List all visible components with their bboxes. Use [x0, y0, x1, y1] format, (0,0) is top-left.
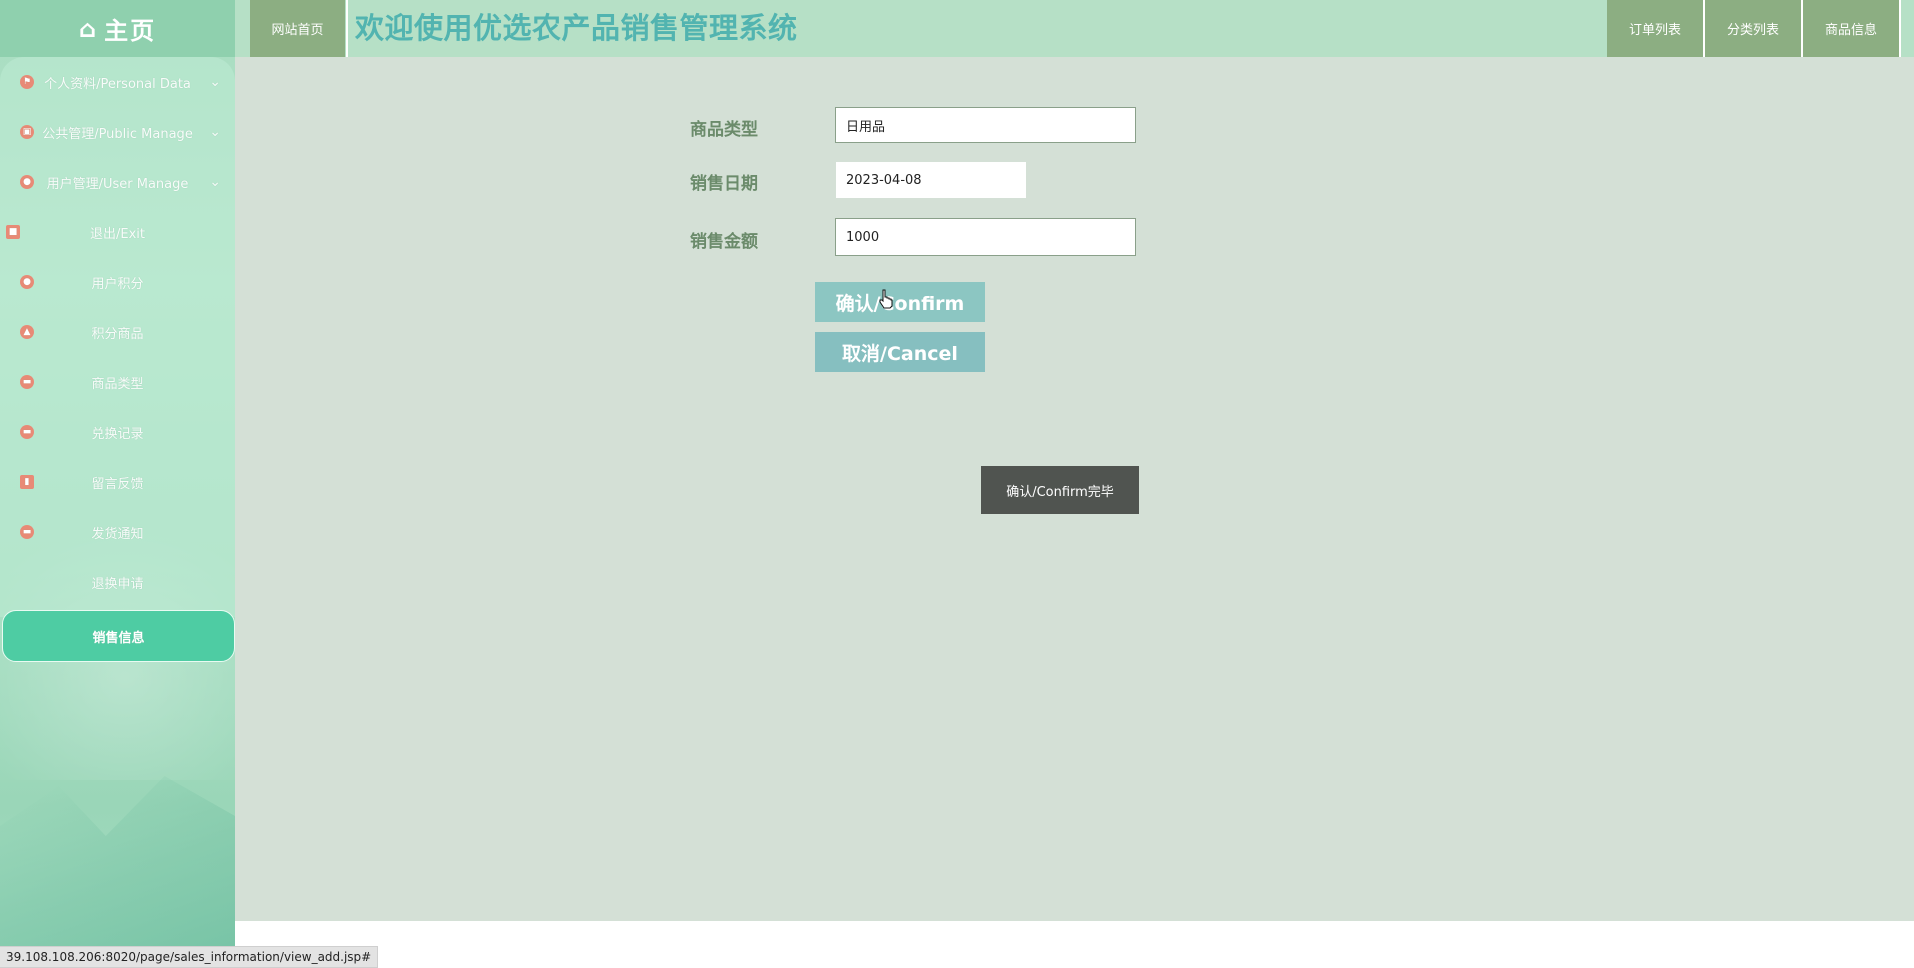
sidebar-item-personal-data[interactable]: ⚑ 个人资料/Personal Data ⌄ — [0, 57, 235, 107]
category-label: 商品类型 — [690, 120, 758, 140]
pin-icon: ● — [20, 275, 34, 289]
navigate-icon: ▲ — [20, 325, 34, 339]
category-input[interactable] — [835, 107, 1136, 143]
confirm-complete-button[interactable]: 确认/Confirm完毕 — [981, 466, 1139, 514]
confirm-button[interactable]: 确认/Confirm — [815, 282, 985, 322]
message-icon: ▬ — [20, 425, 34, 439]
sidebar-item-return-request[interactable]: 退换申请 — [0, 557, 235, 607]
main-content: 商品类型 销售日期 销售金额 确认/Confirm 取消/Cancel 确认/C… — [235, 57, 1914, 921]
nav-separator — [1899, 0, 1901, 57]
sidebar-item-user-points[interactable]: ● 用户积分 — [0, 257, 235, 307]
nav-goods-info[interactable]: 商品信息 — [1803, 0, 1899, 57]
sidebar-item-label: 用户积分 — [91, 276, 144, 292]
sidebar-item-feedback[interactable]: ▮ 留言反馈 — [0, 457, 235, 507]
sidebar-item-label: 发货通知 — [91, 526, 144, 542]
nav-order-list[interactable]: 订单列表 — [1607, 0, 1703, 57]
user-icon: ● — [20, 175, 34, 189]
sidebar-item-label: 留言反馈 — [91, 476, 144, 492]
sidebar-item-exchange-records[interactable]: ▬ 兑换记录 — [0, 407, 235, 457]
sidebar-brand-home[interactable]: ⌂ 主页 — [0, 0, 235, 57]
site-home-link[interactable]: 网站首页 — [250, 0, 345, 57]
cancel-button[interactable]: 取消/Cancel — [815, 332, 985, 372]
sidebar-item-goods-type[interactable]: ▬ 商品类型 — [0, 357, 235, 407]
hand-cursor-icon — [879, 289, 893, 309]
sidebar-item-public-manage[interactable]: ▣ 公共管理/Public Manage ⌄ — [0, 107, 235, 157]
header-divider — [346, 0, 348, 57]
sidebar-item-label: 退换申请 — [91, 576, 144, 592]
brand-label: 主页 — [104, 17, 157, 45]
sidebar-item-label: 个人资料/Personal Data — [44, 76, 191, 92]
sidebar-item-sales-info[interactable]: 销售信息 — [2, 610, 235, 662]
chat-icon: ▬ — [20, 375, 34, 389]
document-icon: ▮ — [20, 475, 34, 489]
sidebar-item-label: 用户管理/User Manage — [46, 176, 189, 192]
chevron-down-icon: ⌄ — [209, 74, 221, 90]
sidebar-item-label: 退出/Exit — [90, 226, 145, 242]
date-input[interactable] — [836, 162, 1026, 198]
chevron-down-icon: ⌄ — [209, 124, 221, 140]
home-icon: ⌂ — [78, 14, 99, 43]
sidebar-item-shipping-notice[interactable]: ▬ 发货通知 — [0, 507, 235, 557]
system-title: 欢迎使用优选农产品销售管理系统 — [355, 11, 798, 45]
sidebar-item-label: 公共管理/Public Manage — [42, 126, 193, 142]
sidebar-item-label: 积分商品 — [91, 326, 144, 342]
sidebar-item-points-goods[interactable]: ▲ 积分商品 — [0, 307, 235, 357]
top-header: 网站首页 欢迎使用优选农产品销售管理系统 订单列表 分类列表 商品信息 — [235, 0, 1914, 57]
sidebar-item-exit[interactable]: ■ 退出/Exit — [0, 207, 235, 257]
bus-icon: ▣ — [20, 125, 34, 139]
sidebar-item-user-manage[interactable]: ● 用户管理/User Manage ⌄ — [0, 157, 235, 207]
flag-icon: ⚑ — [20, 75, 34, 89]
sidebar-item-label: 销售信息 — [92, 630, 145, 646]
date-label: 销售日期 — [690, 174, 758, 194]
amount-input[interactable] — [835, 218, 1136, 256]
sidebar-item-label: 兑换记录 — [91, 426, 144, 442]
amount-label: 销售金额 — [690, 232, 758, 252]
exit-icon: ■ — [6, 225, 20, 239]
mail-icon: ▬ — [20, 525, 34, 539]
nav-category-list[interactable]: 分类列表 — [1705, 0, 1801, 57]
status-bar-url: 39.108.108.206:8020/page/sales_informati… — [0, 946, 379, 968]
sidebar-item-label: 商品类型 — [91, 376, 144, 392]
sidebar: ⌂ 主页 ⚑ 个人资料/Personal Data ⌄ ▣ 公共管理/Publi… — [0, 0, 235, 946]
chevron-down-icon: ⌄ — [209, 174, 221, 190]
